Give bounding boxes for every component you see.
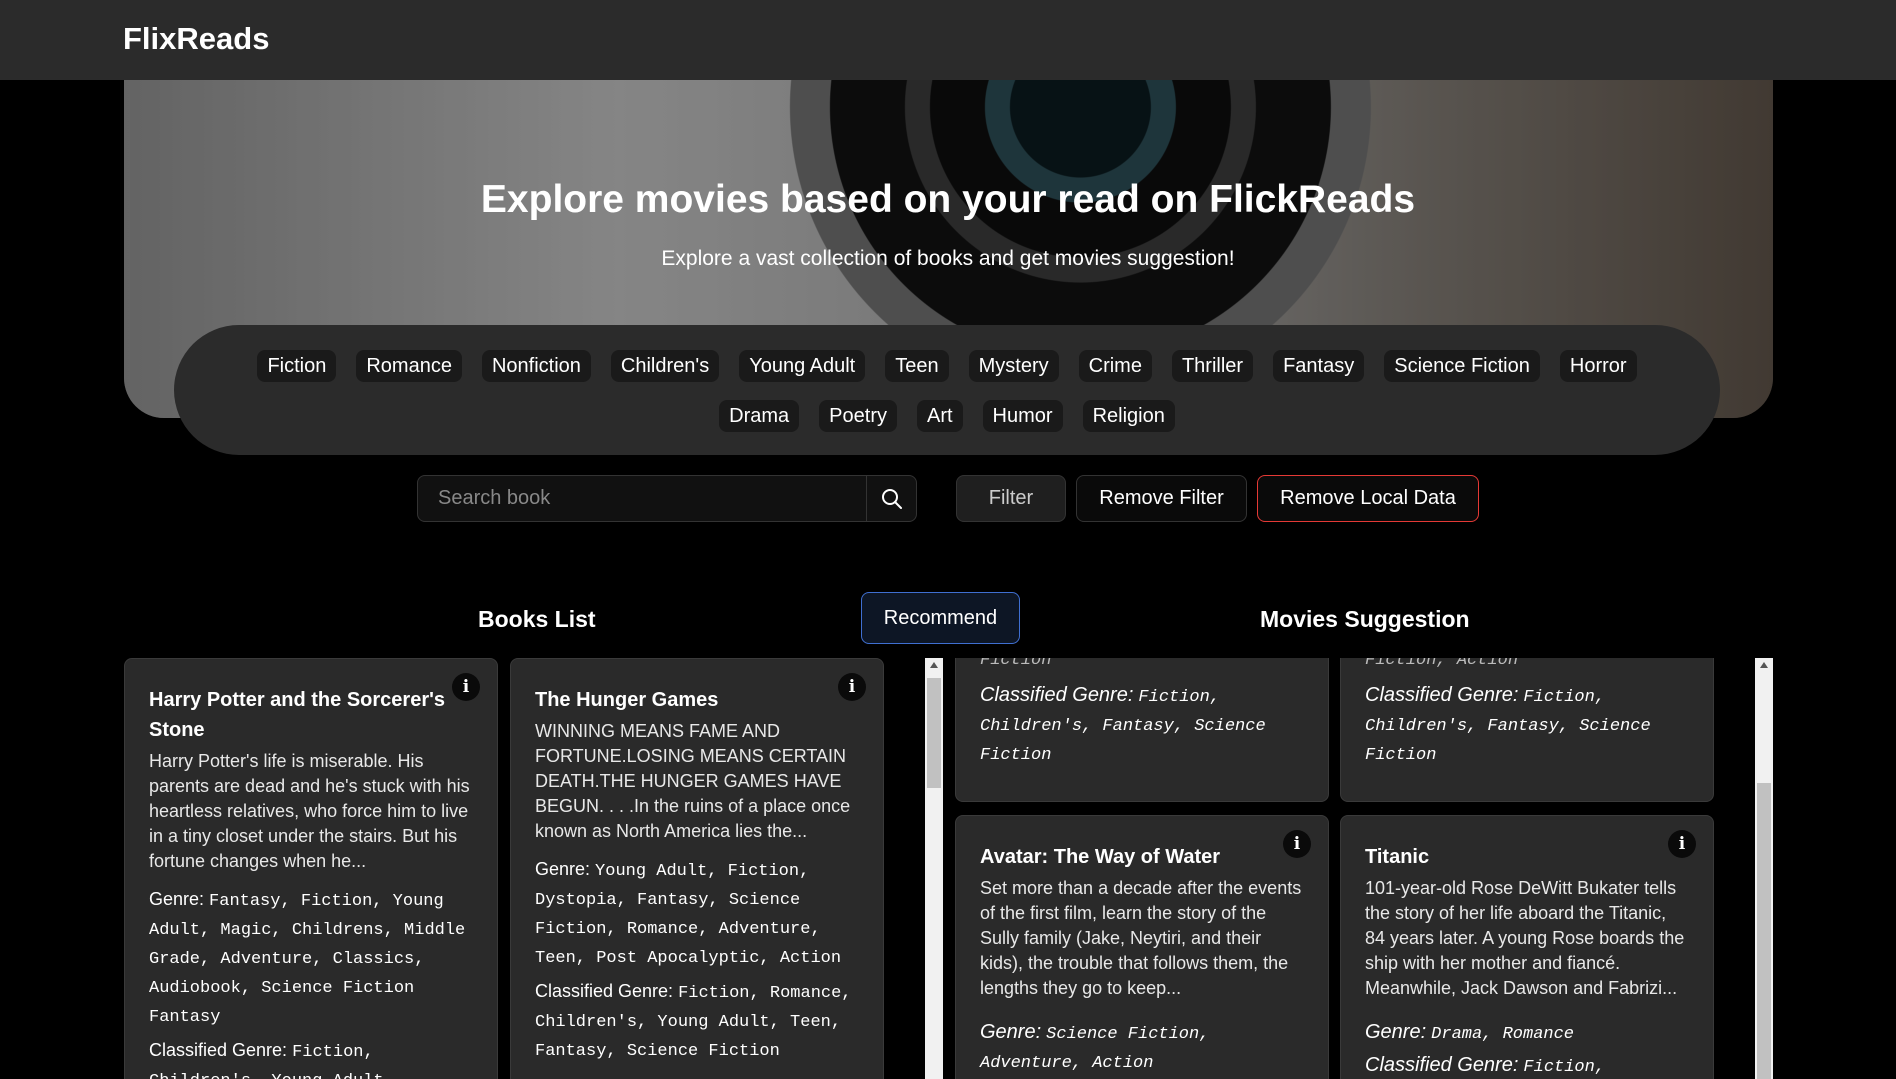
movie-genre: Fiction, Action: [1365, 658, 1689, 674]
search-icon: [881, 488, 902, 509]
genre-chip-thriller[interactable]: Thriller: [1171, 350, 1254, 382]
genre-chip-humor[interactable]: Humor: [982, 400, 1063, 432]
genre-chip-art[interactable]: Art: [916, 400, 963, 432]
genre-chip-romance[interactable]: Romance: [356, 350, 462, 382]
info-icon[interactable]: i: [452, 673, 480, 701]
info-icon[interactable]: i: [1283, 830, 1311, 858]
scrollbar-thumb[interactable]: [1757, 783, 1771, 1079]
movie-classified-genre: Classified Genre: Fiction,: [1365, 1052, 1689, 1079]
book-description: WINNING MEANS FAME AND FORTUNE.LOSING ME…: [535, 721, 851, 841]
movie-card[interactable]: i Avatar: The Way of Water Set more than…: [955, 815, 1329, 1079]
book-classified-genre: Classified Genre: Fiction, Romance, Chil…: [535, 978, 859, 1065]
movie-card[interactable]: Fiction, Action Classified Genre: Fictio…: [1340, 658, 1714, 802]
genre-values: Fiction, Action: [1365, 658, 1519, 670]
remove-filter-button[interactable]: Remove Filter: [1076, 475, 1247, 522]
navbar: FlixReads: [0, 0, 1896, 80]
genre-row: Drama Poetry Art Humor Religion: [174, 400, 1720, 432]
movie-genre: Genre: Drama, Romance: [1365, 1019, 1689, 1048]
books-list-heading: Books List: [478, 606, 596, 632]
book-title: Harry Potter and the Sorcerer's Stone: [149, 689, 445, 741]
classified-genre-label: Classified Genre:: [535, 981, 674, 1001]
genre-chip-fantasy[interactable]: Fantasy: [1273, 350, 1365, 382]
movies-suggestion-heading: Movies Suggestion: [1260, 606, 1470, 632]
movie-description: Set more than a decade after the events …: [980, 878, 1302, 998]
book-card[interactable]: i The Hunger Games WINNING MEANS FAME AN…: [510, 658, 884, 1079]
genre-chip-nonfiction[interactable]: Nonfiction: [481, 350, 591, 382]
genre-values: Fantasy, Fiction, Young Adult, Magic, Ch…: [149, 892, 466, 1027]
genre-label: Genre:: [149, 889, 205, 909]
book-genre: Genre: Young Adult, Fiction, Dystopia, F…: [535, 856, 859, 972]
book-card[interactable]: i Harry Potter and the Sorcerer's Stone …: [124, 658, 498, 1079]
search-input[interactable]: [418, 476, 866, 521]
info-icon[interactable]: i: [1668, 830, 1696, 858]
classified-genre-label: Classified Genre:: [1365, 684, 1519, 706]
movie-genre: Fiction: [980, 658, 1304, 674]
genre-values: Drama, Romance: [1431, 1025, 1574, 1044]
brand-logo[interactable]: FlixReads: [123, 21, 269, 57]
book-genre: Genre: Fantasy, Fiction, Young Adult, Ma…: [149, 886, 473, 1031]
genre-filter-panel: Fiction Romance Nonfiction Children's Yo…: [174, 325, 1720, 455]
hero-title: Explore movies based on your read on Fli…: [480, 178, 1416, 221]
book-title: The Hunger Games: [535, 689, 719, 711]
movie-title: Avatar: The Way of Water: [980, 846, 1221, 868]
search-button[interactable]: [866, 476, 916, 521]
genre-chip-young-adult[interactable]: Young Adult: [739, 350, 866, 382]
scroll-up-icon[interactable]: [1760, 662, 1768, 668]
filter-button[interactable]: Filter: [956, 475, 1066, 522]
genre-chip-teen[interactable]: Teen: [885, 350, 949, 382]
movie-card[interactable]: Fiction Classified Genre: Fiction, Child…: [955, 658, 1329, 802]
movie-genre: Genre: Science Fiction, Adventure, Actio…: [980, 1019, 1304, 1077]
recommend-button[interactable]: Recommend: [861, 592, 1020, 644]
movies-list: Fiction Classified Genre: Fiction, Child…: [925, 658, 1773, 1079]
book-classified-genre: Classified Genre: Fiction, Children's, Y…: [149, 1037, 473, 1079]
classified-genre-values: Fiction,: [1523, 1058, 1606, 1077]
movie-description: 101-year-old Rose DeWitt Bukater tells t…: [1365, 878, 1685, 998]
movies-scrollbar[interactable]: [1755, 658, 1773, 1079]
genre-chip-religion[interactable]: Religion: [1082, 400, 1175, 432]
movie-card[interactable]: i Titanic 101-year-old Rose DeWitt Bukat…: [1340, 815, 1714, 1079]
book-description: Harry Potter's life is miserable. His pa…: [149, 751, 470, 871]
genre-values: Fiction: [980, 658, 1052, 670]
genre-chip-horror[interactable]: Horror: [1559, 350, 1637, 382]
hero-subtitle: Explore a vast collection of books and g…: [661, 247, 1235, 270]
genre-chip-drama[interactable]: Drama: [719, 400, 800, 432]
genre-chip-crime[interactable]: Crime: [1078, 350, 1152, 382]
classified-genre-label: Classified Genre:: [980, 684, 1134, 706]
genre-row: Fiction Romance Nonfiction Children's Yo…: [174, 350, 1720, 382]
movie-classified-genre: Classified Genre: Fiction, Children's, F…: [980, 682, 1304, 769]
remove-local-data-button[interactable]: Remove Local Data: [1257, 475, 1479, 522]
classified-genre-label: Classified Genre:: [1365, 1054, 1519, 1076]
search-box: [417, 475, 917, 522]
genre-chip-childrens[interactable]: Children's: [610, 350, 720, 382]
genre-chip-poetry[interactable]: Poetry: [819, 400, 897, 432]
info-icon[interactable]: i: [838, 673, 866, 701]
genre-chip-mystery[interactable]: Mystery: [968, 350, 1059, 382]
classified-genre-label: Classified Genre:: [149, 1040, 288, 1060]
genre-label: Genre:: [535, 859, 591, 879]
movie-classified-genre: Classified Genre: Fiction, Children's, F…: [1365, 682, 1689, 769]
genre-label: Genre:: [980, 1021, 1042, 1043]
genre-chip-fiction[interactable]: Fiction: [257, 350, 337, 382]
movie-title: Titanic: [1365, 846, 1430, 868]
genre-chip-science-fiction[interactable]: Science Fiction: [1384, 350, 1540, 382]
genre-label: Genre:: [1365, 1021, 1427, 1043]
